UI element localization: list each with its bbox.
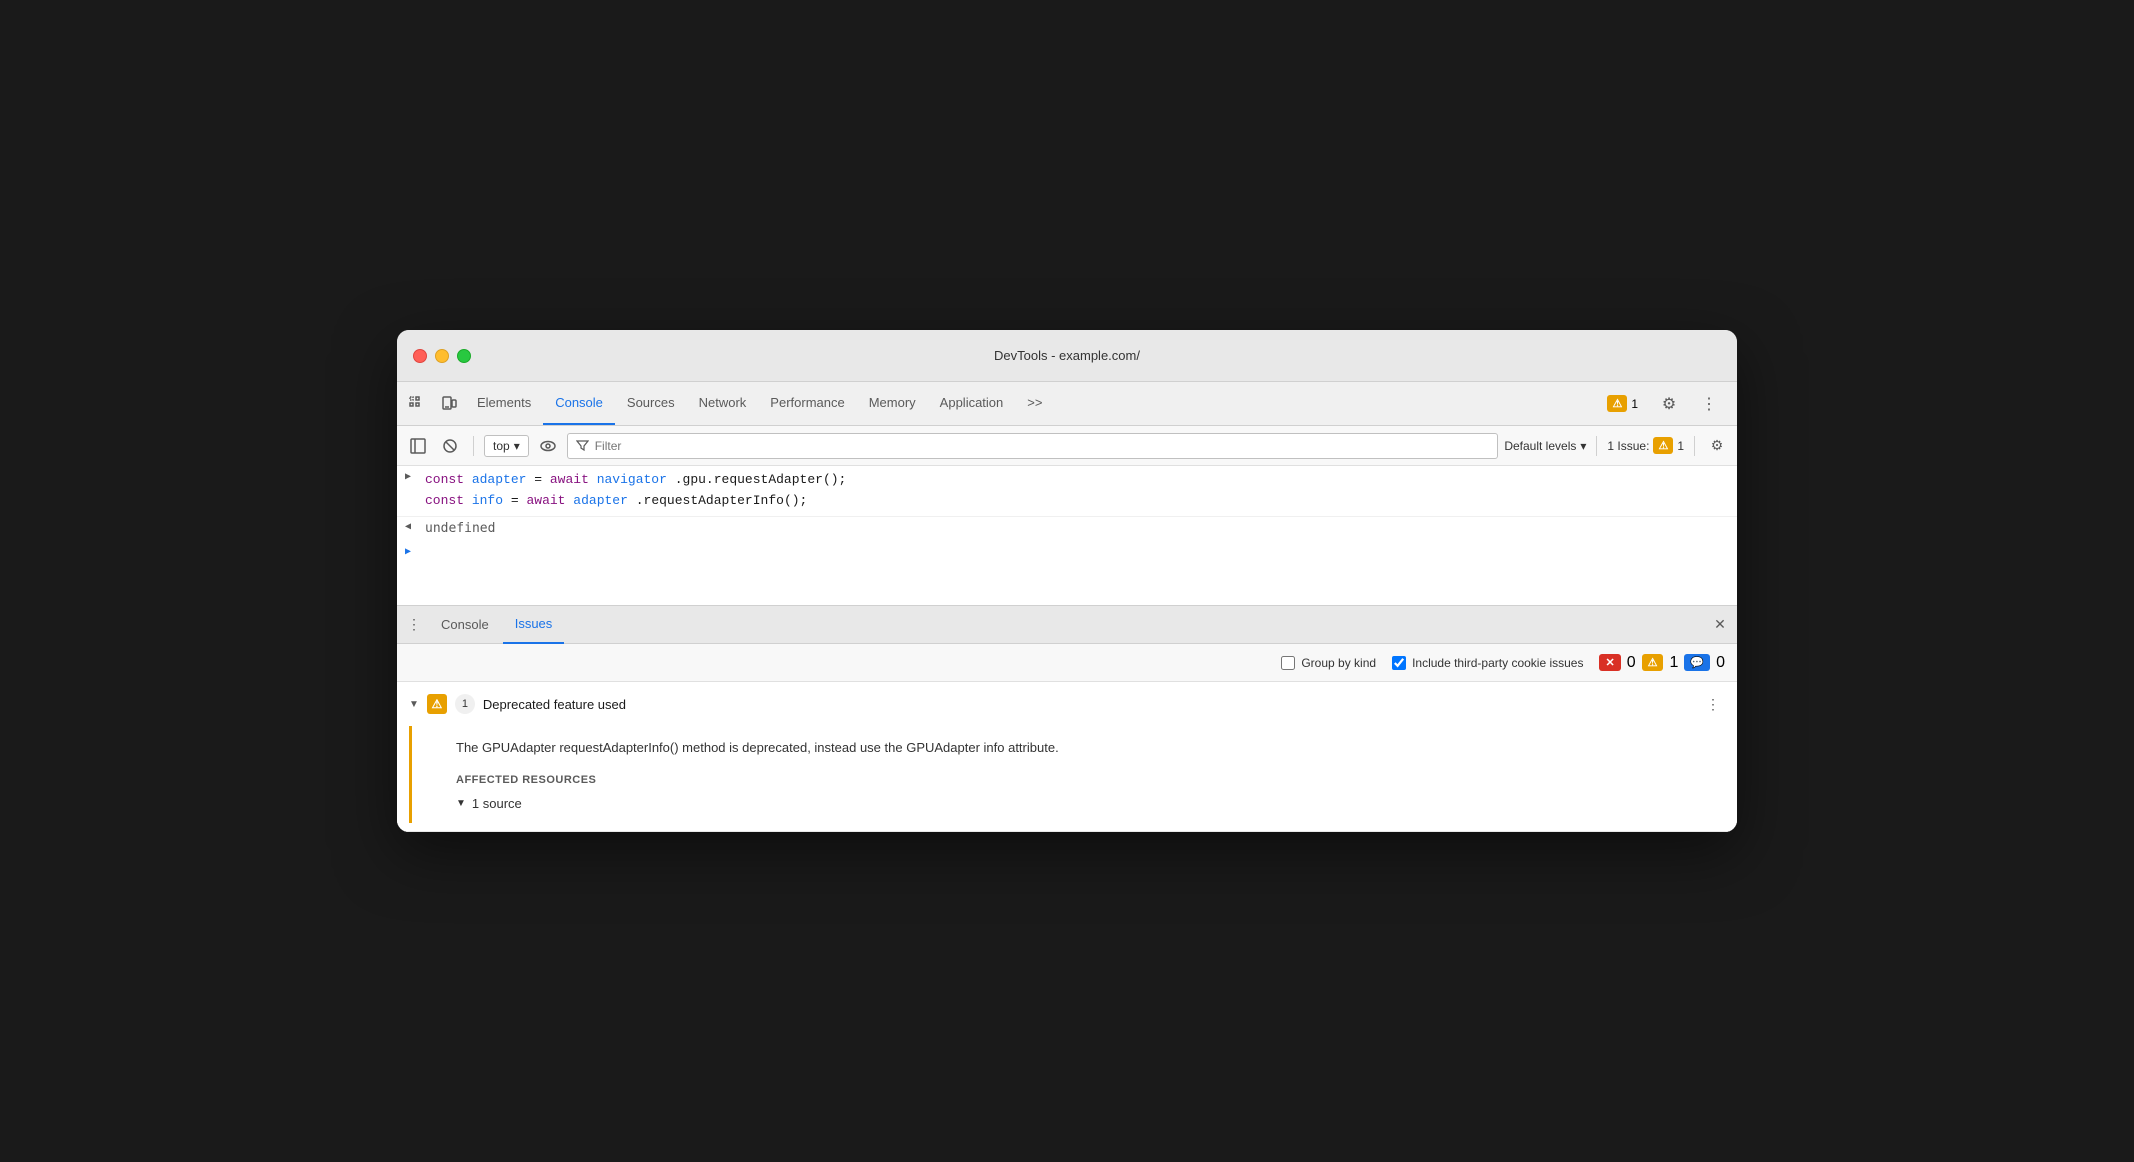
code-line-2: const info = await adapter .requestAdapt…: [425, 491, 846, 512]
issue-count-circle: 1: [455, 694, 475, 714]
sources-expand-icon: ▼: [456, 798, 466, 809]
warn-count-badge: ⚠: [1642, 654, 1664, 671]
tab-performance[interactable]: Performance: [758, 382, 856, 425]
issue-detail: The GPUAdapter requestAdapterInfo() meth…: [409, 726, 1725, 823]
tab-application[interactable]: Application: [928, 382, 1016, 425]
title-bar: DevTools - example.com/: [397, 330, 1737, 382]
console-result: ◀ undefined: [397, 517, 1737, 540]
bottom-panel-tabs: ⋮ Console Issues ✕: [397, 606, 1737, 644]
more-options-button[interactable]: ⋮: [1693, 388, 1725, 420]
issue-header[interactable]: ▼ ⚠ 1 Deprecated feature used ⋮: [397, 682, 1737, 726]
tab-elements[interactable]: Elements: [465, 382, 543, 425]
bottom-panel: ⋮ Console Issues ✕ Group by kind Include…: [397, 606, 1737, 832]
issues-count-badges: ✕ 0 ⚠ 1 💬 0: [1599, 654, 1725, 672]
group-by-kind-checkbox[interactable]: [1281, 656, 1295, 670]
filter-icon: [576, 439, 589, 452]
issue-description: The GPUAdapter requestAdapterInfo() meth…: [456, 738, 1713, 758]
expand-arrow-icon[interactable]: ▶: [405, 471, 411, 483]
levels-arrow-icon: ▾: [1580, 439, 1586, 453]
warn-icon: ⚠: [1607, 395, 1627, 412]
info-count-badge: 💬: [1684, 654, 1710, 671]
issues-toolbar: Group by kind Include third-party cookie…: [397, 644, 1737, 682]
eye-button[interactable]: [535, 433, 561, 459]
code-line-1: const adapter = await navigator .gpu.req…: [425, 470, 846, 491]
more-tabs-button[interactable]: >>: [1015, 382, 1054, 425]
inspect-element-icon[interactable]: [401, 388, 433, 420]
input-prompt-icon: ▶: [405, 546, 411, 558]
tab-console[interactable]: Console: [543, 382, 615, 425]
filter-input[interactable]: [595, 439, 1490, 453]
group-by-kind-label[interactable]: Group by kind: [1281, 656, 1376, 670]
issue-item: ▼ ⚠ 1 Deprecated feature used ⋮ The GPUA…: [397, 682, 1737, 832]
minimize-button[interactable]: [435, 349, 449, 363]
sources-row[interactable]: ▼ 1 source: [456, 796, 1713, 811]
console-entry-code: ▶ const adapter = await navigator .gpu.r…: [397, 466, 1737, 517]
dropdown-arrow-icon: ▾: [514, 439, 520, 453]
include-third-party-checkbox[interactable]: [1392, 656, 1406, 670]
console-input-row: ▶: [397, 540, 1737, 548]
console-settings-button[interactable]: ⚙: [1705, 434, 1729, 458]
issue-count: 1: [1631, 397, 1638, 411]
affected-resources-label: AFFECTED RESOURCES: [456, 774, 1713, 786]
separator3: [1694, 436, 1695, 456]
tab-sources[interactable]: Sources: [615, 382, 687, 425]
filter-bar[interactable]: [567, 433, 1499, 459]
console-content: ▶ const adapter = await navigator .gpu.r…: [397, 466, 1737, 606]
sidebar-toggle-button[interactable]: [405, 433, 431, 459]
bottom-tab-console[interactable]: Console: [429, 606, 501, 644]
issue-title: Deprecated feature used: [483, 697, 1693, 712]
toolbar-tabs: Elements Console Sources Network Perform…: [465, 382, 1600, 425]
panel-options-button[interactable]: ⋮: [401, 612, 427, 638]
separator2: [1596, 436, 1597, 456]
issue-menu-button[interactable]: ⋮: [1701, 692, 1725, 716]
tab-memory[interactable]: Memory: [857, 382, 928, 425]
settings-button[interactable]: ⚙: [1653, 388, 1685, 420]
toolbar-right: ⚠ 1 ⚙ ⋮: [1600, 388, 1733, 420]
clear-console-button[interactable]: [437, 433, 463, 459]
window-title: DevTools - example.com/: [994, 348, 1140, 363]
panel-close-button[interactable]: ✕: [1707, 612, 1733, 638]
error-count: 0: [1627, 654, 1636, 672]
result-arrow-icon: ◀: [405, 521, 411, 532]
issue-badge[interactable]: ⚠ 1: [1600, 392, 1645, 415]
issues-count[interactable]: 1 Issue: ⚠ 1: [1607, 437, 1684, 454]
console-code-block: const adapter = await navigator .gpu.req…: [425, 470, 846, 512]
issue-warn-icon: ⚠: [427, 694, 447, 714]
separator: [473, 436, 474, 456]
devtools-toolbar: Elements Console Sources Network Perform…: [397, 382, 1737, 426]
include-third-party-label[interactable]: Include third-party cookie issues: [1392, 656, 1583, 670]
default-levels-dropdown[interactable]: Default levels ▾: [1504, 439, 1586, 453]
devtools-window: DevTools - example.com/ Elements Con: [397, 330, 1737, 832]
sources-label: 1 source: [472, 796, 522, 811]
info-count: 0: [1716, 654, 1725, 672]
issues-warn-badge: ⚠: [1653, 437, 1673, 454]
device-toolbar-icon[interactable]: [433, 388, 465, 420]
context-selector[interactable]: top ▾: [484, 435, 529, 457]
close-button[interactable]: [413, 349, 427, 363]
error-count-badge: ✕: [1599, 654, 1620, 671]
bottom-tab-issues[interactable]: Issues: [503, 606, 565, 644]
tab-network[interactable]: Network: [687, 382, 759, 425]
maximize-button[interactable]: [457, 349, 471, 363]
warn-count: 1: [1669, 654, 1678, 672]
issue-expand-arrow-icon[interactable]: ▼: [409, 699, 419, 710]
console-sub-toolbar: top ▾ Default levels ▾ 1 Issue: ⚠ 1 ⚙: [397, 426, 1737, 466]
traffic-lights: [413, 349, 471, 363]
